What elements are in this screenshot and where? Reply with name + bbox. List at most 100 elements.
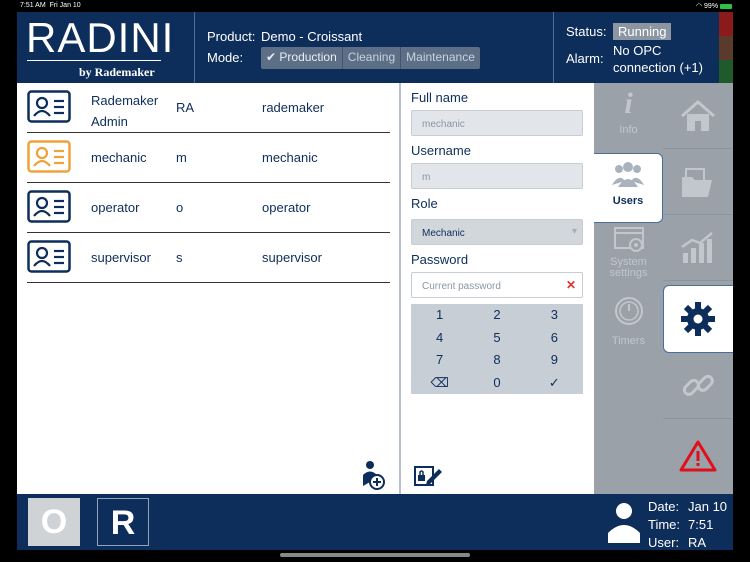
user-row[interactable]: Rademaker Admin RA rademaker	[27, 83, 390, 133]
home-indicator	[280, 553, 470, 557]
password-field[interactable]: Current password ✕	[411, 272, 583, 298]
clear-icon[interactable]: ✕	[566, 278, 576, 292]
key-0[interactable]: 0	[468, 372, 525, 395]
user-edit-form: Full name mechanic Username m Role Mecha…	[401, 83, 594, 494]
status-badge: Running	[613, 23, 672, 40]
user-name: mechanic	[91, 150, 147, 165]
user-name: supervisor	[91, 250, 151, 265]
time-label: Time:	[648, 517, 681, 532]
app-header: RADINI by Rademaker Product: Demo - Croi…	[17, 12, 733, 83]
fullname-label: Full name	[411, 90, 469, 105]
user-list-panel: Rademaker Admin RA rademaker mechanic m …	[17, 83, 401, 494]
key-2[interactable]: 2	[468, 304, 525, 327]
tab-info[interactable]: i Info	[594, 83, 663, 153]
role-label: Role	[411, 196, 438, 211]
edit-user-button[interactable]	[413, 464, 443, 488]
nav-files[interactable]	[663, 149, 733, 215]
user-label: User:	[648, 535, 680, 550]
confirm-key[interactable]: ✓	[526, 372, 583, 395]
user-initials: s	[176, 250, 183, 265]
user-avatar-icon[interactable]	[607, 501, 641, 543]
nav-settings[interactable]	[663, 285, 733, 353]
user-card-icon	[27, 140, 71, 173]
user-card-icon	[27, 90, 71, 123]
ios-status-bar: 7:51 AM Fri Jan 10 ◠ 99%	[0, 0, 750, 12]
role-select[interactable]: Mechanic ▾	[411, 219, 583, 245]
timer-icon	[614, 297, 643, 325]
r-button[interactable]: R	[97, 498, 149, 546]
user-login: supervisor	[262, 250, 322, 265]
mode-production[interactable]: ✔ Production	[261, 47, 343, 69]
lamp-green	[719, 60, 733, 83]
tab-users[interactable]: Users	[594, 153, 663, 223]
settings-tabs: i Info Users System settings Timers	[594, 83, 663, 494]
home-icon	[681, 100, 715, 131]
wifi-icon: ◠	[695, 3, 703, 10]
user-initials: RA	[176, 100, 195, 115]
battery-icon	[720, 3, 732, 9]
tab-timers[interactable]: Timers	[594, 295, 663, 355]
key-1[interactable]: 1	[411, 304, 468, 327]
link-icon	[682, 374, 714, 396]
users-icon	[612, 162, 644, 187]
nav-charts[interactable]	[663, 215, 733, 281]
password-label: Password	[411, 252, 469, 267]
product-value: Demo - Croissant	[261, 29, 363, 44]
fullname-field[interactable]: mechanic	[411, 110, 583, 136]
alarm-value[interactable]: No OPC connection (+1)	[613, 42, 718, 76]
key-8[interactable]: 8	[468, 349, 525, 372]
folder-icon	[682, 168, 712, 197]
status-time: 7:51 AM Fri Jan 10	[20, 2, 81, 9]
user-name: operator	[91, 200, 140, 215]
user-row[interactable]: mechanic m mechanic	[27, 133, 390, 183]
system-settings-icon	[613, 227, 644, 252]
main-nav-rail	[663, 83, 733, 494]
date-value: Jan 10	[688, 499, 728, 514]
warning-icon	[679, 440, 717, 472]
backspace-key[interactable]: ⌫	[411, 372, 468, 395]
chevron-down-icon: ▾	[571, 226, 577, 237]
key-7[interactable]: 7	[411, 349, 468, 372]
alarm-label: Alarm:	[566, 51, 604, 66]
date-label: Date:	[648, 499, 680, 514]
user-row[interactable]: operator o operator	[27, 183, 390, 233]
lamp-amber	[719, 36, 733, 60]
nav-links[interactable]	[663, 353, 733, 419]
mode-cleaning[interactable]: Cleaning	[343, 47, 402, 69]
add-user-button[interactable]	[361, 460, 385, 490]
user-value: RA	[688, 535, 707, 550]
username-field[interactable]: m	[411, 163, 583, 189]
lamp-red	[719, 12, 733, 36]
check-icon: ✔	[266, 50, 277, 64]
user-card-icon	[27, 240, 71, 273]
mode-label: Mode:	[207, 50, 244, 65]
nav-home[interactable]	[663, 83, 733, 149]
user-login: mechanic	[262, 150, 318, 165]
user-name: Rademaker Admin	[91, 93, 159, 129]
product-label: Product:	[207, 29, 256, 44]
o-button[interactable]: O	[28, 498, 80, 546]
key-4[interactable]: 4	[411, 327, 468, 350]
mode-maintenance[interactable]: Maintenance	[401, 47, 480, 69]
user-row[interactable]: supervisor s supervisor	[27, 233, 390, 283]
numeric-keypad: 1 2 3 4 5 6 7 8 9 ⌫ 0 ✓	[411, 304, 583, 394]
key-6[interactable]: 6	[526, 327, 583, 350]
user-initials: m	[176, 150, 187, 165]
user-login: rademaker	[262, 100, 325, 115]
key-5[interactable]: 5	[468, 327, 525, 350]
tab-system-settings[interactable]: System settings	[594, 226, 663, 288]
status-label: Status:	[566, 24, 607, 39]
user-initials: o	[176, 200, 184, 215]
time-value: 7:51	[688, 517, 714, 532]
key-9[interactable]: 9	[526, 349, 583, 372]
status-panel: Status: Running Alarm: No OPC connection…	[553, 12, 718, 83]
key-3[interactable]: 3	[526, 304, 583, 327]
app-footer: O R Date: Jan 10 Time: 7:51 User: RA	[17, 494, 733, 550]
nav-alarms[interactable]	[663, 419, 733, 494]
username-label: Username	[411, 143, 471, 158]
mode-selector[interactable]: ✔ Production Cleaning Maintenance	[261, 47, 480, 69]
gear-icon	[681, 302, 715, 336]
user-login: operator	[262, 200, 311, 215]
status-battery: ◠ 99%	[696, 2, 732, 10]
info-icon: i	[624, 87, 633, 120]
